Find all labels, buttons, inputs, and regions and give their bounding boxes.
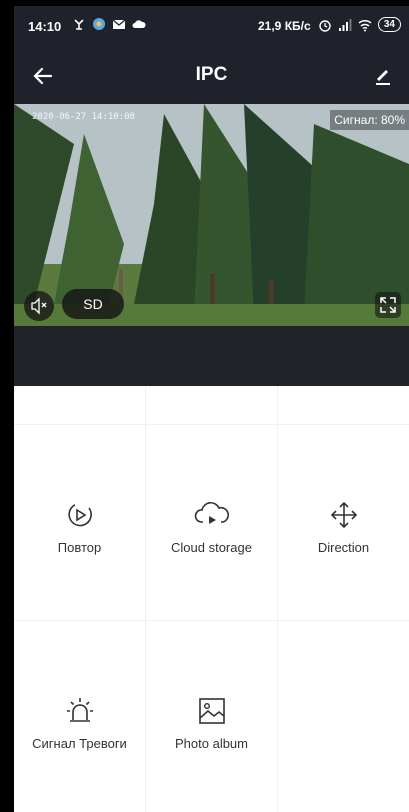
grid-divider: [14, 620, 409, 621]
tile-label: Direction: [317, 540, 370, 555]
mute-button[interactable]: [24, 291, 54, 321]
tile-label: Сигнал Тревоги: [32, 736, 127, 751]
tile-label: Photo album: [175, 736, 248, 751]
status-bar: 14:10 21,9 КБ/с 34: [14, 6, 409, 48]
tile-label: Cloud storage: [171, 540, 252, 555]
tile-playback[interactable]: Повтор: [14, 498, 145, 555]
speaker-muted-icon: [31, 297, 47, 315]
quality-sd-button[interactable]: SD: [62, 289, 124, 319]
mail-icon: [112, 19, 126, 29]
wifi-icon: [358, 19, 372, 31]
grid-divider: [14, 424, 409, 425]
playback-icon: [67, 504, 92, 527]
notification-icons: [72, 17, 146, 31]
fullscreen-button[interactable]: [375, 292, 401, 318]
status-time: 14:10: [28, 19, 62, 34]
tile-label: Повтор: [57, 540, 102, 555]
battery-indicator: 34: [377, 17, 401, 32]
signal-strength: Сигнал: 80%: [330, 110, 409, 130]
tile-alarm[interactable]: Сигнал Тревоги: [14, 694, 145, 751]
system-icons: 34: [318, 17, 401, 32]
siren-icon: [66, 698, 93, 722]
fullscreen-icon: [380, 297, 396, 313]
control-band: [14, 326, 409, 386]
cloud-icon: [132, 20, 146, 28]
tile-cloud-storage[interactable]: Cloud storage: [146, 498, 277, 555]
move-arrows-icon: [330, 501, 357, 529]
usb-debug-icon: [74, 19, 84, 30]
image-icon: [198, 698, 225, 724]
cloud-play-icon: [194, 502, 229, 524]
phone-screen: 14:10 21,9 КБ/с 34 IPC 2020-06-27 14:10:…: [14, 6, 409, 812]
tile-photo-album[interactable]: Photo album: [146, 694, 277, 751]
camera-video-feed[interactable]: 2020-06-27 14:10:08 Сигнал: 80% SD: [14, 104, 409, 326]
alarm-icon: [319, 19, 331, 32]
app-icon: [93, 18, 105, 30]
title-bar: IPC: [14, 48, 409, 104]
tile-direction[interactable]: Direction: [278, 498, 409, 555]
page-title: IPC: [195, 64, 228, 85]
pencil-icon[interactable]: [371, 63, 395, 87]
grid-divider: [277, 386, 278, 812]
network-speed: 21,9 КБ/с: [258, 19, 311, 33]
video-timestamp: 2020-06-27 14:10:08: [32, 112, 135, 122]
cell-signal-icon: [338, 18, 352, 31]
function-grid: Повтор Cloud storage Direction Сигнал Тр…: [14, 386, 409, 812]
